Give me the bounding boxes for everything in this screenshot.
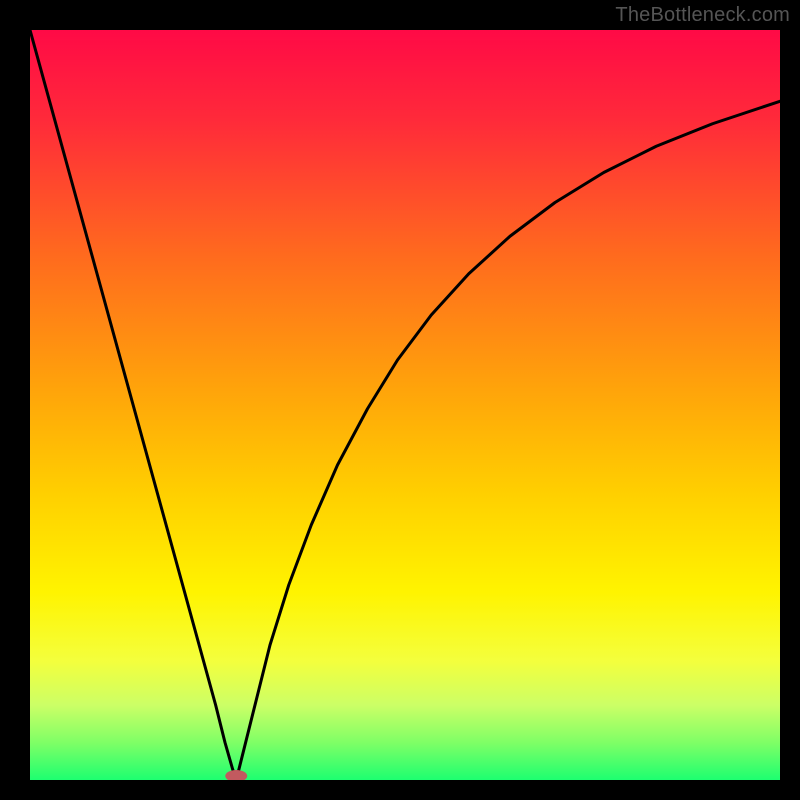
chart-svg [30,30,780,780]
chart-frame: TheBottleneck.com [0,0,800,800]
watermark-text: TheBottleneck.com [615,4,790,27]
plot-area [30,30,780,780]
